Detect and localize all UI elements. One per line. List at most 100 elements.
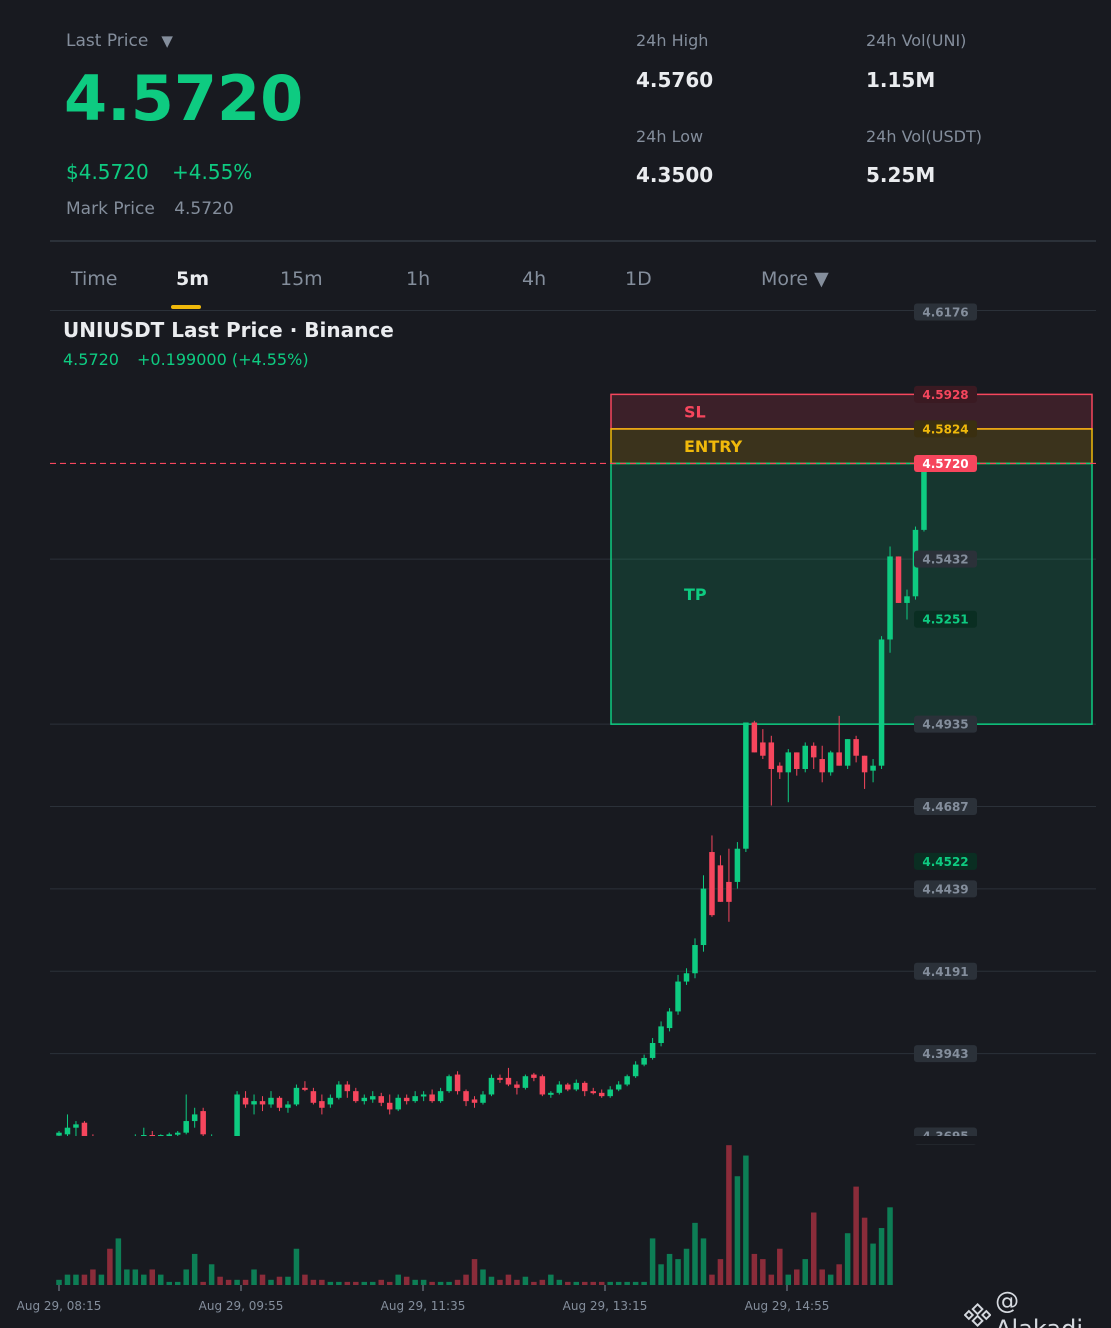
volume-bar	[141, 1274, 147, 1285]
candle-body	[751, 722, 758, 753]
candle	[327, 1094, 334, 1108]
candle	[556, 1081, 563, 1095]
price-label: 4.5251	[922, 613, 968, 627]
candle	[454, 1071, 461, 1095]
candle-body	[319, 1101, 325, 1108]
candle-body	[836, 752, 842, 766]
candle-body	[878, 639, 885, 766]
volume-bar	[183, 1269, 189, 1285]
volume-bar	[632, 1281, 639, 1285]
candle	[319, 1094, 325, 1115]
price-label: 4.5928	[922, 388, 968, 402]
volume-bar	[446, 1281, 452, 1285]
volume-bar	[556, 1279, 563, 1285]
candle	[336, 1081, 342, 1100]
candle	[293, 1084, 300, 1107]
volume-bar	[810, 1212, 817, 1285]
candle	[191, 1107, 198, 1128]
candle-body	[285, 1104, 291, 1108]
volume-bar	[700, 1238, 707, 1285]
candle	[573, 1079, 580, 1092]
candle	[921, 463, 927, 532]
volume-bar	[81, 1274, 88, 1285]
candle	[768, 735, 775, 806]
volume-bar	[403, 1276, 410, 1285]
candle	[361, 1094, 368, 1105]
candle	[302, 1081, 308, 1092]
volume-bar	[386, 1281, 393, 1285]
candle-body	[403, 1097, 410, 1102]
volume-bar	[225, 1279, 232, 1285]
volume-bar	[124, 1269, 130, 1285]
volume-bar	[370, 1281, 376, 1285]
candle	[692, 938, 698, 979]
volume-bar	[251, 1269, 257, 1285]
candle	[200, 1107, 206, 1136]
candle	[285, 1101, 291, 1113]
candle	[64, 1114, 71, 1136]
volume-bar	[887, 1207, 893, 1285]
candle-body	[454, 1074, 461, 1092]
candle-body	[234, 1094, 240, 1136]
candle-body	[480, 1094, 486, 1103]
candle-body	[802, 745, 808, 770]
volume-bar	[514, 1279, 520, 1285]
x-tick-label: Aug 29, 08:15	[17, 1299, 102, 1313]
volume-bar	[259, 1274, 266, 1285]
candle	[666, 1008, 673, 1032]
candle-body	[607, 1089, 613, 1097]
price-chart[interactable]: SL ENTRY TP 4.6176 4.5432 4.4935 4.4687 4.4439 4…	[0, 0, 1111, 1328]
candle-body	[785, 752, 792, 773]
volume-bar	[522, 1276, 529, 1285]
price-label: 4.5720	[922, 457, 968, 471]
candle	[726, 848, 732, 922]
volume-bar	[717, 1259, 724, 1285]
binance-logo-icon	[964, 1302, 992, 1328]
candle-body	[743, 722, 749, 849]
volume-bar	[217, 1276, 223, 1285]
candle-body	[505, 1077, 512, 1085]
candle	[514, 1081, 520, 1095]
candle-body	[353, 1091, 359, 1102]
candle	[276, 1096, 283, 1112]
price-label: 4.5824	[922, 422, 968, 436]
candle	[777, 762, 783, 779]
candle-body	[692, 945, 698, 974]
candle	[412, 1091, 418, 1103]
volume-bar	[285, 1276, 291, 1285]
candle	[531, 1072, 537, 1082]
volume-bar	[760, 1259, 766, 1285]
volume-bar	[531, 1281, 537, 1285]
candle	[539, 1074, 546, 1097]
candle-body	[734, 848, 741, 882]
candle	[480, 1091, 486, 1105]
candle-body	[429, 1094, 435, 1102]
volume-bar	[115, 1238, 122, 1285]
candle-body	[921, 463, 927, 530]
volume-bar	[336, 1281, 342, 1285]
volume-bar	[98, 1274, 105, 1285]
candle-body	[624, 1076, 630, 1085]
candle	[632, 1061, 639, 1078]
volume-bar	[149, 1269, 156, 1285]
volume-bar	[276, 1276, 283, 1285]
candle	[658, 1021, 664, 1047]
candle	[827, 750, 834, 776]
volume-bar	[539, 1279, 546, 1285]
x-tick-label: Aug 29, 11:35	[381, 1299, 466, 1313]
candle	[870, 759, 876, 783]
candle-body	[251, 1101, 257, 1105]
volume-bar	[174, 1281, 181, 1285]
candle-body	[446, 1076, 452, 1092]
volume-bar	[844, 1233, 851, 1285]
volume-bar	[726, 1145, 732, 1285]
candle-body	[598, 1092, 605, 1097]
volume-bar	[836, 1264, 842, 1285]
candle	[429, 1089, 435, 1103]
volume-bar	[870, 1243, 876, 1285]
candle-body	[768, 742, 775, 770]
candle-body	[539, 1076, 546, 1095]
volume-bar	[743, 1155, 749, 1285]
candle	[310, 1087, 317, 1105]
volume-bar	[615, 1281, 622, 1285]
